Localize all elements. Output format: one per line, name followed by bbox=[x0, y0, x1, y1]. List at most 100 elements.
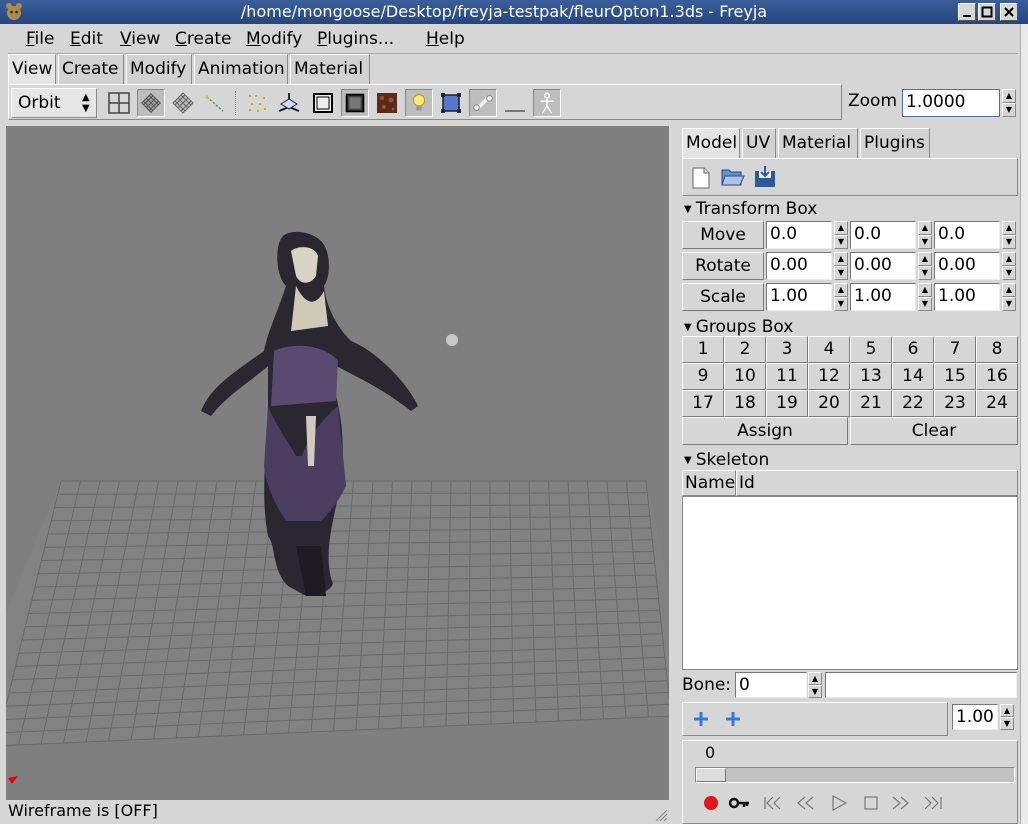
tab-view[interactable]: View bbox=[8, 54, 56, 84]
group-button-8[interactable]: 8 bbox=[976, 336, 1018, 363]
zoom-up-button[interactable]: ▲ bbox=[1002, 89, 1016, 103]
frame-slider[interactable] bbox=[695, 767, 1015, 783]
menu-file[interactable]: File bbox=[26, 29, 54, 49]
scale-z-down-button[interactable]: ▼ bbox=[1002, 297, 1016, 311]
group-button-1[interactable]: 1 bbox=[682, 336, 724, 363]
record-icon[interactable] bbox=[700, 794, 722, 812]
rotate-z-input[interactable]: 0.00 bbox=[934, 252, 1000, 280]
skip-end-icon[interactable] bbox=[922, 794, 944, 812]
new-file-icon[interactable] bbox=[691, 167, 711, 189]
group-button-19[interactable]: 19 bbox=[766, 390, 808, 417]
move-x-down-button[interactable]: ▼ bbox=[834, 235, 848, 249]
group-button-13[interactable]: 13 bbox=[850, 363, 892, 390]
move-z-down-button[interactable]: ▼ bbox=[1002, 235, 1016, 249]
scale-x-up-button[interactable]: ▲ bbox=[834, 283, 848, 297]
vertex-dots-icon[interactable] bbox=[243, 89, 271, 117]
move-y-down-button[interactable]: ▼ bbox=[918, 235, 932, 249]
group-button-11[interactable]: 11 bbox=[766, 363, 808, 390]
column-name[interactable]: Name bbox=[682, 470, 736, 496]
mesh-grid-icon[interactable] bbox=[169, 89, 197, 117]
menu-help[interactable]: Help bbox=[426, 29, 465, 49]
zoom-input[interactable]: 1.0000 bbox=[902, 89, 1000, 117]
fast-forward-icon[interactable] bbox=[890, 794, 912, 812]
rotate-x-up-button[interactable]: ▲ bbox=[834, 252, 848, 266]
tab-model[interactable]: Model bbox=[682, 128, 740, 158]
key-icon[interactable] bbox=[728, 794, 750, 812]
frame-slider-handle[interactable] bbox=[696, 768, 726, 782]
points-icon[interactable] bbox=[201, 89, 229, 117]
group-button-9[interactable]: 9 bbox=[682, 363, 724, 390]
scale-y-input[interactable]: 1.00 bbox=[850, 283, 916, 311]
bbox-icon[interactable] bbox=[437, 89, 465, 117]
skeleton-list[interactable] bbox=[682, 496, 1018, 670]
bone-input[interactable]: 0 bbox=[735, 672, 807, 698]
group-button-4[interactable]: 4 bbox=[808, 336, 850, 363]
add-bone-icon[interactable] bbox=[691, 709, 711, 729]
move-y-up-button[interactable]: ▲ bbox=[918, 221, 932, 235]
rotate-x-down-button[interactable]: ▼ bbox=[834, 266, 848, 280]
moon-icon[interactable] bbox=[501, 89, 529, 117]
group-button-6[interactable]: 6 bbox=[892, 336, 934, 363]
tab-uv[interactable]: UV bbox=[742, 128, 776, 158]
group-button-21[interactable]: 21 bbox=[850, 390, 892, 417]
menu-view[interactable]: View bbox=[120, 29, 160, 49]
rotate-y-input[interactable]: 0.00 bbox=[850, 252, 916, 280]
rotate-x-input[interactable]: 0.00 bbox=[766, 252, 832, 280]
tab-right-material[interactable]: Material bbox=[778, 128, 858, 158]
skeleton-icon[interactable] bbox=[533, 89, 561, 117]
axes-icon[interactable] bbox=[275, 89, 303, 117]
bone-icon[interactable] bbox=[469, 89, 497, 117]
group-button-22[interactable]: 22 bbox=[892, 390, 934, 417]
light-bulb-icon[interactable] bbox=[405, 89, 433, 117]
group-button-3[interactable]: 3 bbox=[766, 336, 808, 363]
weight-input[interactable]: 1.00 bbox=[952, 704, 998, 730]
clear-button[interactable]: Clear bbox=[850, 417, 1018, 445]
group-button-12[interactable]: 12 bbox=[808, 363, 850, 390]
four-view-icon[interactable] bbox=[105, 89, 133, 117]
group-button-18[interactable]: 18 bbox=[724, 390, 766, 417]
move-y-input[interactable]: 0.0 bbox=[850, 221, 916, 249]
group-button-23[interactable]: 23 bbox=[934, 390, 976, 417]
group-button-5[interactable]: 5 bbox=[850, 336, 892, 363]
resize-grip-icon[interactable] bbox=[652, 806, 668, 822]
group-button-2[interactable]: 2 bbox=[724, 336, 766, 363]
group-button-10[interactable]: 10 bbox=[724, 363, 766, 390]
play-icon[interactable] bbox=[828, 794, 850, 812]
tab-material[interactable]: Material bbox=[290, 54, 370, 84]
group-button-16[interactable]: 16 bbox=[976, 363, 1018, 390]
skip-start-icon[interactable] bbox=[762, 794, 784, 812]
3d-viewport[interactable] bbox=[6, 126, 669, 800]
rotate-button[interactable]: Rotate bbox=[682, 252, 764, 280]
group-button-15[interactable]: 15 bbox=[934, 363, 976, 390]
open-file-icon[interactable] bbox=[721, 167, 745, 187]
rotate-y-down-button[interactable]: ▼ bbox=[918, 266, 932, 280]
move-x-up-button[interactable]: ▲ bbox=[834, 221, 848, 235]
rotate-y-up-button[interactable]: ▲ bbox=[918, 252, 932, 266]
move-button[interactable]: Move bbox=[682, 221, 764, 249]
weight-down-button[interactable]: ▼ bbox=[1000, 717, 1014, 730]
texture-icon[interactable] bbox=[373, 89, 401, 117]
bone-up-button[interactable]: ▲ bbox=[808, 672, 822, 685]
tab-create[interactable]: Create bbox=[58, 54, 124, 84]
tab-modify[interactable]: Modify bbox=[126, 54, 192, 84]
rotate-z-up-button[interactable]: ▲ bbox=[1002, 252, 1016, 266]
stop-icon[interactable] bbox=[860, 794, 882, 812]
move-z-up-button[interactable]: ▲ bbox=[1002, 221, 1016, 235]
groups-box-header[interactable]: ▼ Groups Box bbox=[684, 317, 793, 337]
tab-animation[interactable]: Animation bbox=[194, 54, 288, 84]
column-id[interactable]: Id bbox=[736, 470, 1018, 496]
scale-x-down-button[interactable]: ▼ bbox=[834, 297, 848, 311]
transform-box-header[interactable]: ▼ Transform Box bbox=[684, 199, 817, 219]
solid-box-icon[interactable] bbox=[309, 89, 337, 117]
light-position-marker[interactable] bbox=[446, 334, 458, 346]
save-file-icon[interactable] bbox=[753, 165, 777, 189]
view-mode-select[interactable]: Orbit ▲ ▼ bbox=[11, 88, 97, 118]
rotate-z-down-button[interactable]: ▼ bbox=[1002, 266, 1016, 280]
rewind-icon[interactable] bbox=[794, 794, 816, 812]
group-button-7[interactable]: 7 bbox=[934, 336, 976, 363]
zoom-down-button[interactable]: ▼ bbox=[1002, 103, 1016, 117]
scale-button[interactable]: Scale bbox=[682, 283, 764, 311]
weight-up-button[interactable]: ▲ bbox=[1000, 704, 1014, 717]
maximize-button[interactable] bbox=[978, 3, 996, 21]
minimize-button[interactable] bbox=[958, 3, 976, 21]
